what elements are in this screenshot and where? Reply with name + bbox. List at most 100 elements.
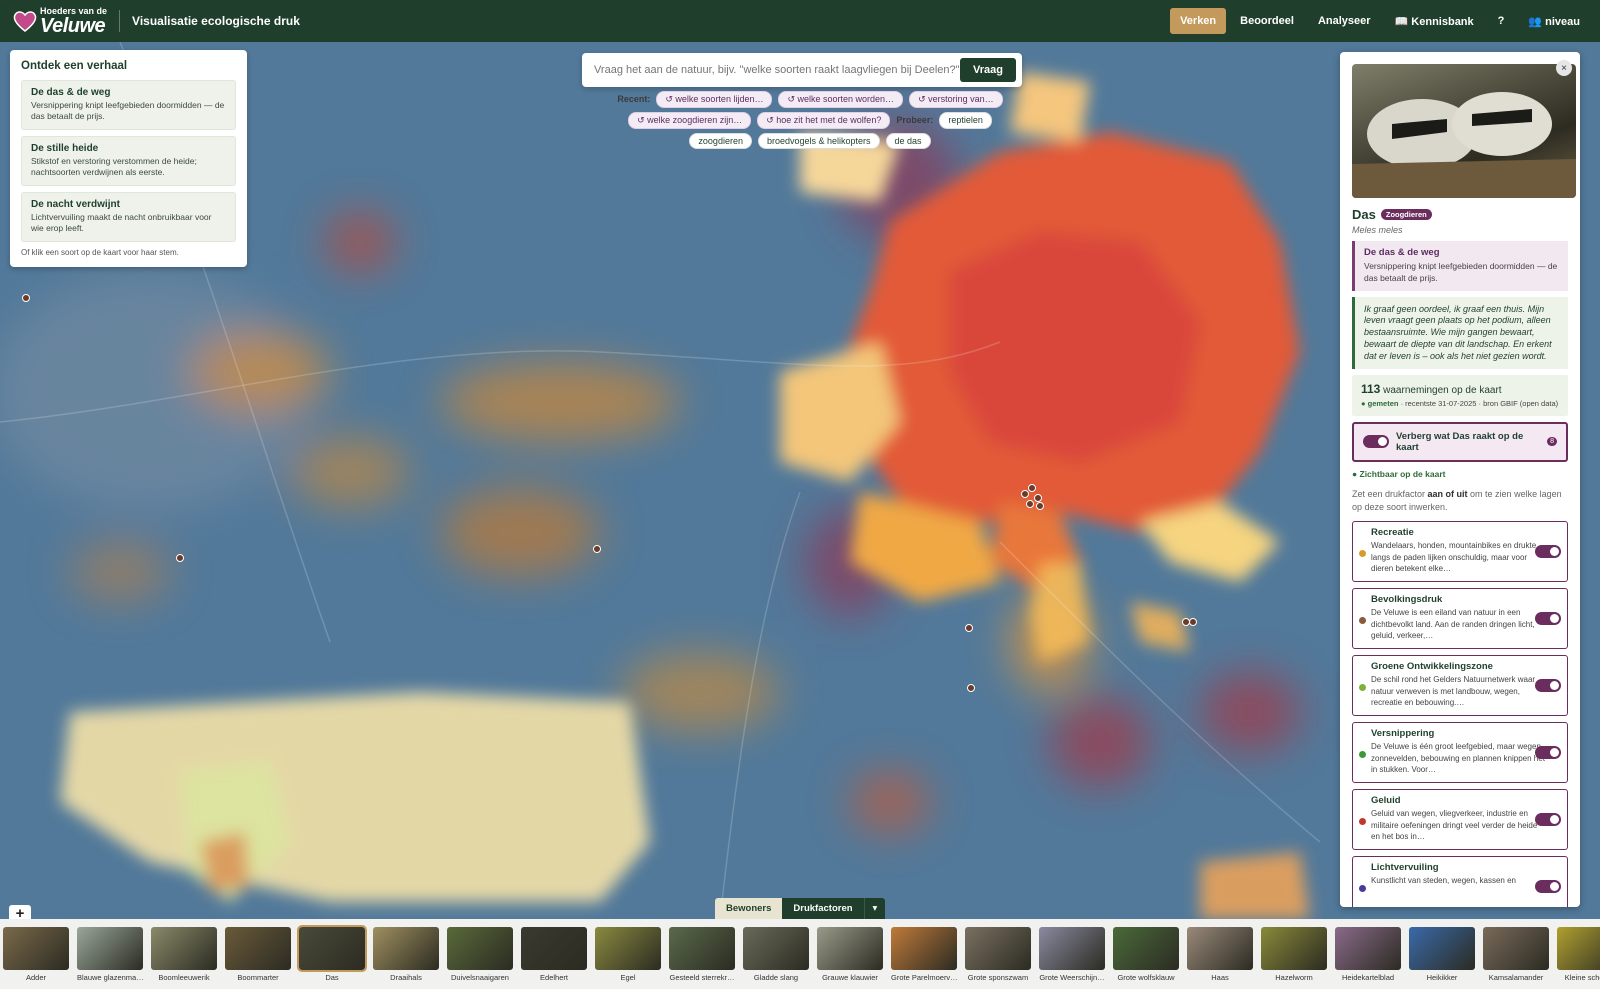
species-thumbnail[interactable]: Heikikker <box>1409 919 1475 989</box>
hide-impact-toggle[interactable]: Verberg wat Das raakt op de kaart 8 <box>1352 421 1568 462</box>
species-thumbnail[interactable]: Grote Weerschijn… <box>1039 919 1105 989</box>
species-thumbnail[interactable]: Kamsalamander <box>1483 919 1549 989</box>
tab-drukfactoren[interactable]: Drukfactoren <box>782 898 864 919</box>
impact-count-badge: 8 <box>1547 437 1557 447</box>
factor-color-dot <box>1359 549 1366 557</box>
logo[interactable]: Hoeders van de Veluwe <box>12 6 107 37</box>
factor-color-dot <box>1359 616 1366 624</box>
species-thumbnail[interactable]: Das <box>297 919 367 989</box>
species-thumbnail[interactable]: Haas <box>1187 919 1253 989</box>
species-thumbnail[interactable]: Duivelsnaaigaren <box>447 919 513 989</box>
species-strip: Adder Blauwe glazenma… Boomleeuwerik Boomma… <box>0 919 1600 989</box>
species-thumbnail-label: Das <box>325 973 339 982</box>
story-panel: Ontdek een verhaal De das & de weg Versn… <box>10 50 247 267</box>
nav-beoordeel[interactable]: Beoordeel <box>1230 8 1304 34</box>
species-thumbnail-image <box>151 927 217 970</box>
species-thumbnail-image <box>1557 927 1600 970</box>
species-thumbnail-label: Edelhert <box>540 973 568 982</box>
species-thumbnail[interactable]: Gesteeld sterrekr… <box>669 919 735 989</box>
factor-toggle[interactable] <box>1535 812 1561 826</box>
recent-chip[interactable]: ↺ hoe zit het met de wolfen? <box>757 112 891 129</box>
try-chip[interactable]: broedvogels & helikopters <box>757 133 880 149</box>
species-story[interactable]: De das & de weg Versnippering knipt leef… <box>1352 241 1568 291</box>
species-thumbnail[interactable]: Boomleeuwerik <box>151 919 217 989</box>
logo-big-text: Veluwe <box>40 14 106 37</box>
species-thumbnail-image <box>1113 927 1179 970</box>
factor-toggle[interactable] <box>1535 879 1561 893</box>
species-thumbnail-label: Grauwe klauwier <box>822 973 878 982</box>
species-thumbnail[interactable]: Grauwe klauwier <box>817 919 883 989</box>
species-thumbnail[interactable]: Boommarter <box>225 919 291 989</box>
factor-toggle[interactable] <box>1535 745 1561 759</box>
factor-color-dot <box>1359 817 1366 825</box>
species-thumbnail[interactable]: Grote Parelmoerv… <box>891 919 957 989</box>
factor-recreatie[interactable]: Recreatie Wandelaars, honden, mountainbi… <box>1352 520 1568 582</box>
story-card-title: De stille heide <box>31 142 99 154</box>
species-thumbnail-image <box>77 927 143 970</box>
species-thumbnail[interactable]: Hazelworm <box>1261 919 1327 989</box>
factor-toggle[interactable] <box>1535 611 1561 625</box>
species-thumbnail[interactable]: Egel <box>595 919 661 989</box>
badger-photo-icon <box>1352 92 1576 198</box>
species-thumbnail[interactable]: Draaihals <box>373 919 439 989</box>
species-story-title: De das & de weg <box>1364 247 1440 258</box>
species-thumbnail[interactable]: Grote sponszwam <box>965 919 1031 989</box>
story-card-heide[interactable]: De stille heide Stikstof en verstoring v… <box>21 135 236 186</box>
nav-help[interactable]: ? <box>1488 8 1515 34</box>
nav-kennisbank[interactable]: 📖 Kennisbank <box>1385 8 1484 34</box>
species-thumbnail-image <box>225 927 291 970</box>
factor-versnippering[interactable]: Versnippering De Veluwe is één groot lee… <box>1352 721 1568 783</box>
species-thumbnail-label: Heidekartelblad <box>1341 973 1395 982</box>
species-thumbnail[interactable]: Kleine schoo… <box>1557 919 1600 989</box>
species-thumbnail-label: Adder <box>25 973 46 982</box>
factor-desc: Kunstlicht van steden, wegen, kassen en <box>1371 875 1516 885</box>
story-card-desc: Stikstof en verstoring verstommen de hei… <box>31 155 197 178</box>
species-thumbnail[interactable]: Grote wolfsklauw <box>1113 919 1179 989</box>
factor-geluid[interactable]: Geluid Geluid van wegen, vliegverkeer, i… <box>1352 788 1568 850</box>
species-thumbnail[interactable]: Blauwe glazenma… <box>77 919 143 989</box>
try-label: Probeer: <box>896 115 934 125</box>
species-thumbnail-label: Duivelsnaaigaren <box>451 973 509 982</box>
species-thumbnail-image <box>521 927 587 970</box>
try-chip[interactable]: zoogdieren <box>689 133 752 149</box>
factor-toggle[interactable] <box>1535 544 1561 558</box>
chevron-down-icon[interactable]: ▾ <box>863 898 886 919</box>
species-thumbnail[interactable]: Heidekartelblad <box>1335 919 1401 989</box>
tab-bewoners[interactable]: Bewoners <box>715 898 783 919</box>
app-title: Visualisatie ecologische druk <box>132 14 300 28</box>
heart-logo-icon <box>13 11 37 32</box>
story-card-nacht[interactable]: De nacht verdwijnt Lichtvervuiling maakt… <box>21 191 236 242</box>
species-thumbnail-label: Kamsalamander <box>1488 973 1544 982</box>
species-thumbnail-label: Heikikker <box>1426 973 1458 982</box>
factor-lichtvervuiling[interactable]: Lichtvervuiling Kunstlicht van steden, w… <box>1352 855 1568 907</box>
species-thumbnail-label: Hazelworm <box>1275 973 1313 982</box>
factor-desc: Geluid van wegen, vliegverkeer, industri… <box>1371 808 1538 842</box>
story-card-desc: Lichtvervuiling maakt de nacht onbruikba… <box>31 211 212 234</box>
species-thumbnail[interactable]: Gladde slang <box>743 919 809 989</box>
factor-toggle[interactable] <box>1535 678 1561 692</box>
toggle-switch[interactable] <box>1363 435 1389 449</box>
recent-chip[interactable]: ↺ verstoring van… <box>909 91 1003 108</box>
recent-chip[interactable]: ↺ welke zoogdieren zijn… <box>628 112 752 129</box>
ask-button[interactable]: Vraag <box>960 58 1016 82</box>
close-icon[interactable]: × <box>1556 60 1572 76</box>
search-input[interactable] <box>594 64 961 76</box>
species-thumbnail-image <box>1261 927 1327 970</box>
try-chip[interactable]: reptielen <box>939 112 992 129</box>
species-thumbnail-label: Gladde slang <box>753 973 799 982</box>
species-thumbnail-label: Grote wolfsklauw <box>1117 973 1175 982</box>
story-card-das[interactable]: De das & de weg Versnippering knipt leef… <box>21 80 236 130</box>
nav-niveau[interactable]: 👥 niveau <box>1518 8 1590 34</box>
recent-chip[interactable]: ↺ welke soorten lijden… <box>656 91 773 108</box>
factor-bevolkingsdruk[interactable]: Bevolkingsdruk De Veluwe is een eiland v… <box>1352 587 1568 649</box>
species-thumbnail[interactable]: Adder <box>3 919 69 989</box>
recent-chip[interactable]: ↺ welke soorten worden… <box>778 91 904 108</box>
species-thumbnail-label: Haas <box>1211 973 1229 982</box>
factor-groene-ontwikkelingszone[interactable]: Groene Ontwikkelingszone De schil rond h… <box>1352 654 1568 716</box>
species-thumbnail[interactable]: Edelhert <box>521 919 587 989</box>
nav-verken[interactable]: Verken <box>1170 8 1227 34</box>
try-chip[interactable]: de das <box>885 133 931 149</box>
visible-status: ● Zichtbaar op de kaart <box>1352 468 1446 479</box>
nav-analyseer[interactable]: Analyseer <box>1308 8 1381 34</box>
species-thumbnail-image <box>1409 927 1475 970</box>
